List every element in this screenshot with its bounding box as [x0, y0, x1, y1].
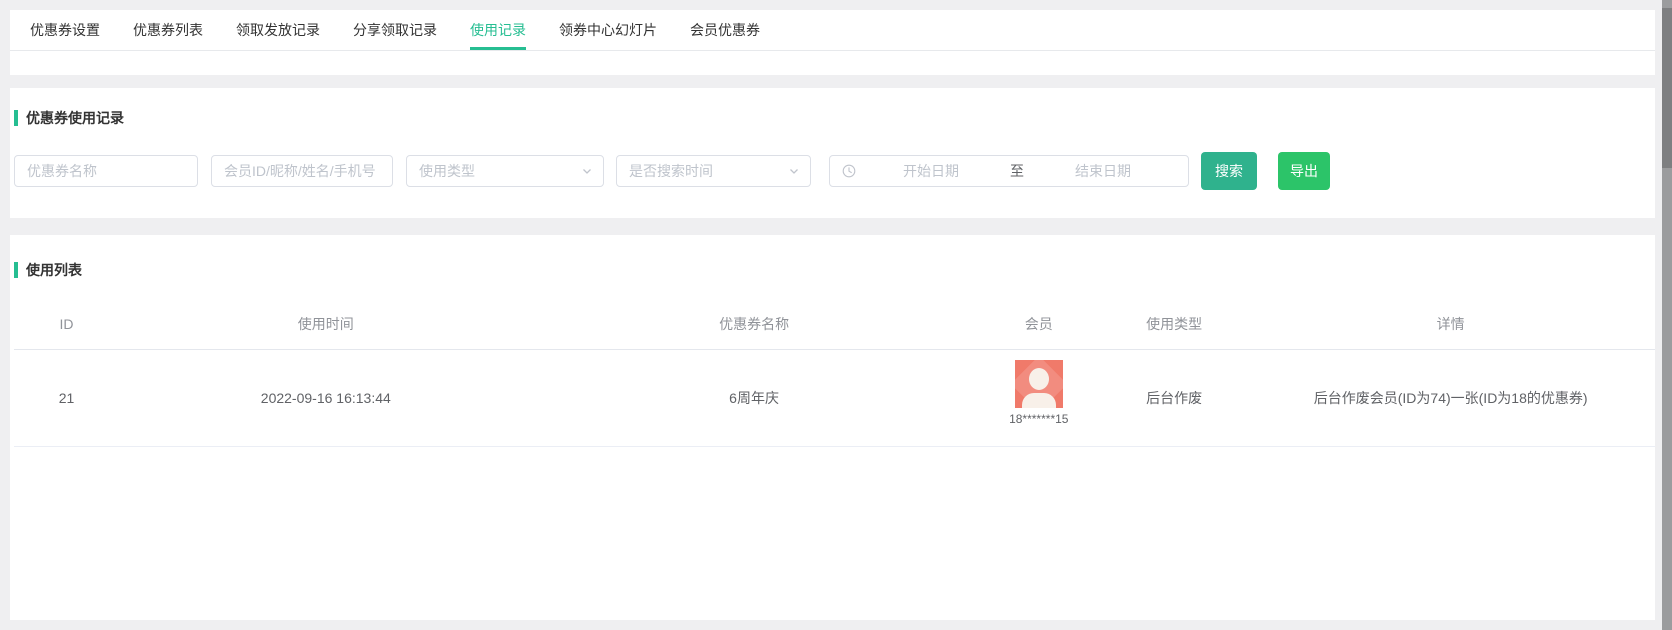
date-end-placeholder: 结束日期 [1028, 161, 1178, 181]
main-content: 优惠券设置 优惠券列表 领取发放记录 分享领取记录 使用记录 领券中心幻灯片 会… [10, 0, 1655, 620]
clock-icon [842, 164, 856, 178]
cell-detail: 后台作废会员(ID为74)一张(ID为18的优惠券) [1246, 388, 1655, 408]
date-range-picker[interactable]: 开始日期 至 结束日期 [829, 155, 1189, 187]
cell-used-at: 2022-09-16 16:13:44 [119, 390, 533, 406]
date-range-separator: 至 [1006, 161, 1028, 181]
cell-usage-type: 后台作废 [1102, 388, 1246, 408]
tab-coupon-list[interactable]: 优惠券列表 [133, 10, 203, 50]
chevron-down-icon [788, 165, 800, 177]
column-header-used-at: 使用时间 [119, 314, 533, 334]
section-title-text: 使用列表 [26, 260, 82, 280]
usage-list-card: 使用列表 ID 使用时间 优惠券名称 会员 使用类型 详情 21 2022-09… [10, 235, 1655, 620]
export-button[interactable]: 导出 [1278, 152, 1330, 190]
search-button[interactable]: 搜索 [1201, 152, 1257, 190]
vertical-scrollbar[interactable] [1662, 0, 1672, 630]
table-header-row: ID 使用时间 优惠券名称 会员 使用类型 详情 [14, 299, 1655, 350]
filter-card: 优惠券使用记录 使用类型 是否搜索时间 [10, 88, 1655, 218]
tab-bar: 优惠券设置 优惠券列表 领取发放记录 分享领取记录 使用记录 领券中心幻灯片 会… [10, 10, 1655, 51]
column-header-usage-type: 使用类型 [1102, 314, 1246, 334]
cell-member: 18*******15 [976, 350, 1102, 446]
member-search-input[interactable] [211, 155, 393, 187]
date-start-placeholder: 开始日期 [856, 161, 1006, 181]
member-avatar [1015, 360, 1063, 408]
tab-member-coupons[interactable]: 会员优惠券 [690, 10, 760, 50]
section-title-usage-list: 使用列表 [14, 260, 1655, 280]
column-header-member: 会员 [976, 314, 1102, 334]
time-filter-select[interactable]: 是否搜索时间 [616, 155, 811, 187]
cell-coupon-name: 6周年庆 [533, 388, 976, 408]
member-phone: 18*******15 [1009, 412, 1068, 426]
chevron-down-icon [581, 165, 593, 177]
avatar-person-icon [1029, 368, 1049, 390]
scrollbar-thumb[interactable] [1662, 8, 1672, 168]
tab-claim-issue-records[interactable]: 领取发放记录 [236, 10, 320, 50]
tab-coupon-center-slides[interactable]: 领券中心幻灯片 [559, 10, 657, 50]
usage-type-select-placeholder: 使用类型 [419, 161, 475, 181]
section-accent-bar [14, 110, 18, 126]
filter-row: 使用类型 是否搜索时间 [14, 152, 1655, 190]
tab-usage-records[interactable]: 使用记录 [470, 10, 526, 50]
column-header-id: ID [14, 316, 119, 332]
table-row: 21 2022-09-16 16:13:44 6周年庆 18*******15 … [14, 350, 1655, 447]
cell-id: 21 [14, 390, 119, 406]
section-title-usage-records: 优惠券使用记录 [14, 108, 1655, 128]
tab-share-claim-records[interactable]: 分享领取记录 [353, 10, 437, 50]
tab-coupon-settings[interactable]: 优惠券设置 [30, 10, 100, 50]
tab-bar-card: 优惠券设置 优惠券列表 领取发放记录 分享领取记录 使用记录 领券中心幻灯片 会… [10, 10, 1655, 75]
section-accent-bar [14, 262, 18, 278]
time-filter-select-placeholder: 是否搜索时间 [629, 161, 713, 181]
page: 优惠券设置 优惠券列表 领取发放记录 分享领取记录 使用记录 领券中心幻灯片 会… [0, 0, 1672, 630]
column-header-coupon-name: 优惠券名称 [533, 314, 976, 334]
coupon-name-input[interactable] [14, 155, 198, 187]
usage-type-select[interactable]: 使用类型 [406, 155, 604, 187]
column-header-detail: 详情 [1246, 314, 1655, 334]
section-title-text: 优惠券使用记录 [26, 108, 124, 128]
